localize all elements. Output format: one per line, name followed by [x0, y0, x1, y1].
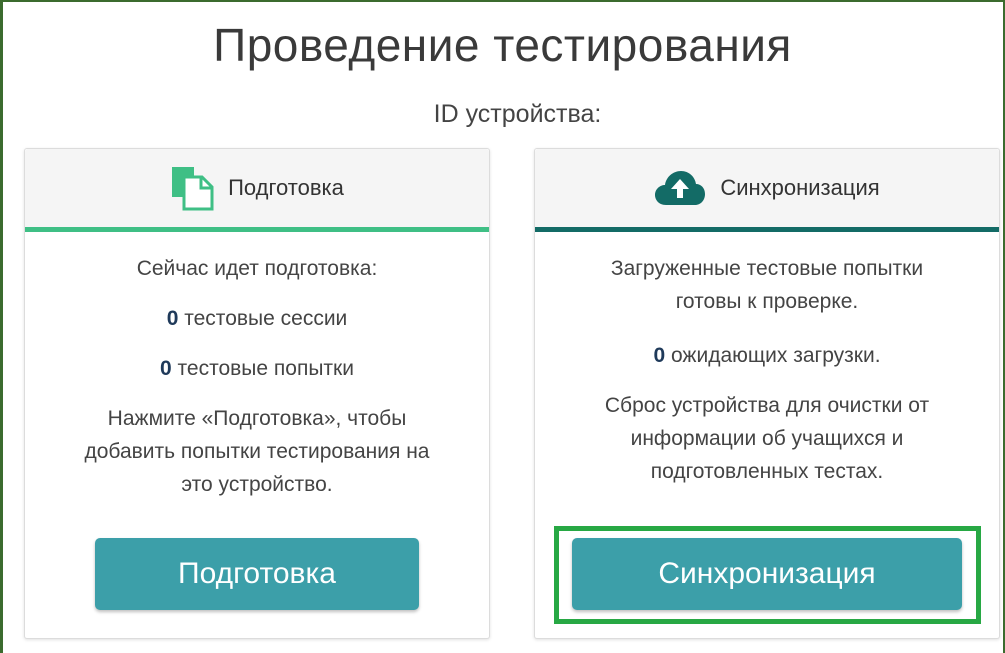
cloud-upload-icon: [654, 169, 706, 207]
device-id-label: ID устройства:: [433, 100, 602, 128]
prepare-card-header: Подготовка: [25, 149, 489, 232]
prepare-card-title: Подготовка: [228, 175, 344, 200]
pending-count: 0: [653, 344, 666, 367]
reset-line-1: Сброс устройства для очистки от: [604, 394, 930, 417]
sessions-label: тестовые сессии: [184, 307, 348, 330]
attempts-line: 0 тестовые попытки: [37, 352, 477, 385]
prepare-instruction-line-3: это устройство.: [181, 473, 333, 496]
document-copy-icon: [170, 165, 214, 211]
uploaded-line-2: готовы к проверке.: [675, 290, 859, 313]
prepare-instruction-line-2: добавить попытки тестирования на: [84, 440, 430, 463]
pending-label: ожидающих загрузки.: [670, 344, 881, 367]
attempts-label: тестовые попытки: [177, 357, 354, 380]
reset-line-2: информации об учащихся и: [630, 427, 904, 450]
page-title: Проведение тестирования: [213, 19, 792, 71]
prepare-status-text: Сейчас идет подготовка:: [136, 257, 378, 280]
sessions-count: 0: [166, 307, 179, 330]
prepare-card-body: Сейчас идет подготовка: 0 тестовые сесси…: [25, 252, 489, 501]
sync-card-body: Загруженные тестовые попытки готовы к пр…: [535, 252, 999, 488]
reset-line-3: подготовленных тестах.: [650, 460, 884, 483]
prepare-card: Подготовка Сейчас идет подготовка: 0 тес…: [24, 148, 490, 639]
prepare-button[interactable]: Подготовка: [95, 538, 419, 610]
uploaded-line-1: Загруженные тестовые попытки: [610, 257, 924, 280]
sync-card-header: Синхронизация: [535, 149, 999, 232]
attempts-count: 0: [160, 357, 172, 380]
prepare-instruction-line-1: Нажмите «Подготовка», чтобы: [107, 407, 407, 430]
pending-line: 0 ожидающих загрузки.: [547, 339, 987, 372]
sync-button-highlight: [554, 526, 981, 624]
sync-card-title: Синхронизация: [720, 175, 880, 200]
sessions-line: 0 тестовые сессии: [37, 302, 477, 335]
